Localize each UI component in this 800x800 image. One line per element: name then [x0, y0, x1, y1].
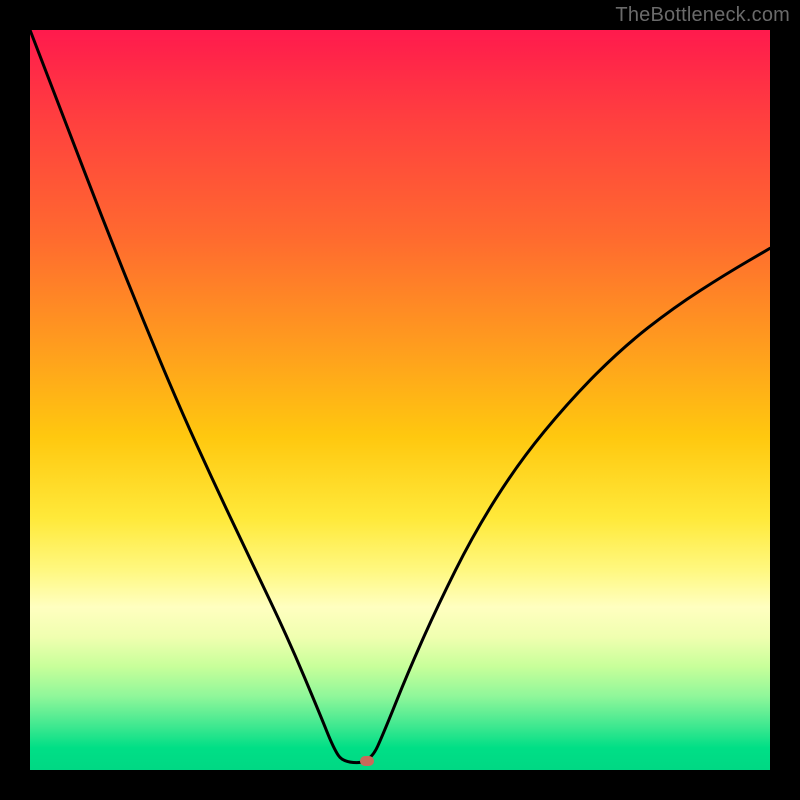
- bottleneck-curve: [30, 30, 770, 763]
- watermark-text: TheBottleneck.com: [615, 4, 790, 27]
- curve-svg: [30, 30, 770, 770]
- current-config-marker: [360, 756, 374, 766]
- chart-frame: TheBottleneck.com: [0, 0, 800, 800]
- plot-area: [30, 30, 770, 770]
